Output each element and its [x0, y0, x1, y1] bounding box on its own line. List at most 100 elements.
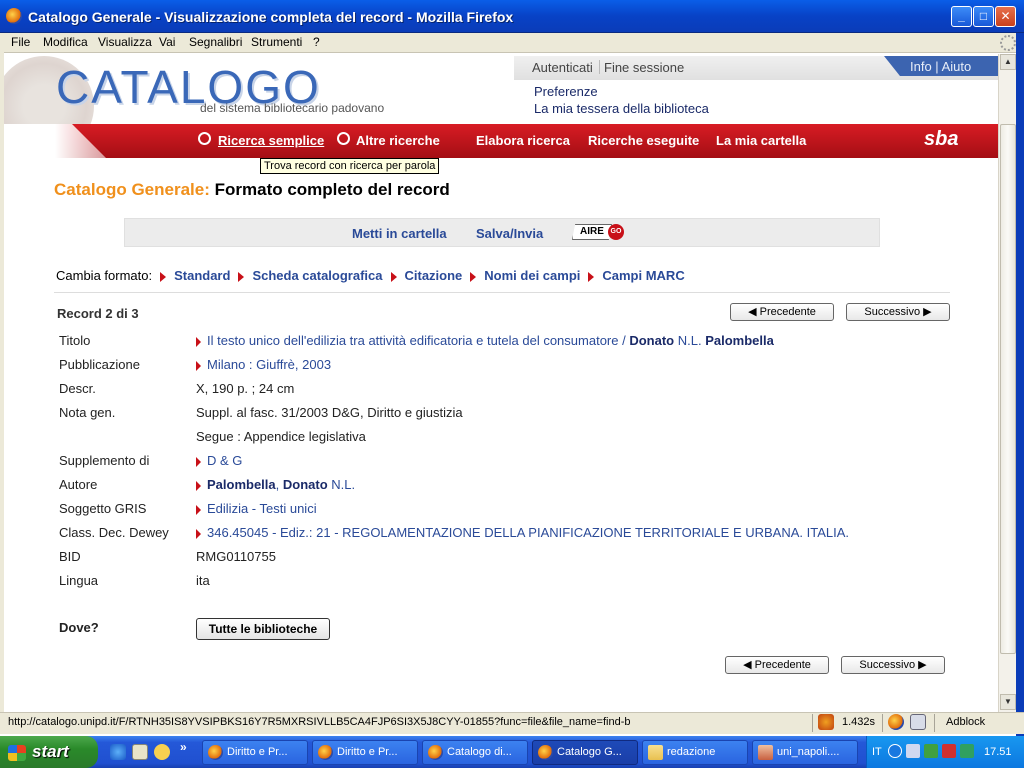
author-value[interactable]: Palombella, Donato N.L.	[196, 477, 355, 492]
page-content: CATALOGO del sistema bibliotecario padov…	[4, 54, 998, 712]
publication-value[interactable]: Milano : Giuffrè, 2003	[196, 357, 331, 372]
close-button[interactable]: ✕	[995, 6, 1016, 27]
menu-bar: File Modifica Visualizza Vai Segnalibri …	[0, 33, 1024, 53]
bid-value: RMG0110755	[196, 549, 276, 564]
speed-icon	[818, 714, 834, 730]
prev-button[interactable]: ◀ Precedente	[730, 303, 834, 321]
nav-my-folder[interactable]: La mia cartella	[716, 133, 806, 148]
field-label: Pubblicazione	[59, 357, 140, 372]
search-icon	[337, 132, 350, 145]
taskbar-item[interactable]: redazione	[642, 740, 748, 765]
menu-visualizza[interactable]: Visualizza	[98, 35, 152, 49]
next-button[interactable]: Successivo ▶	[841, 656, 945, 674]
format-citation[interactable]: Citazione	[405, 268, 463, 283]
taskbar-item[interactable]: uni_napoli....	[752, 740, 858, 765]
preferences-link[interactable]: Preferenze	[534, 84, 598, 99]
nav-other-searches[interactable]: Altre ricerche	[356, 133, 440, 148]
subject-value[interactable]: Edilizia - Testi unici	[196, 501, 317, 516]
taskbar-item[interactable]: Diritto e Pr...	[312, 740, 418, 765]
menu-file[interactable]: File	[11, 35, 30, 49]
ie-icon[interactable]	[110, 744, 126, 760]
taskbar-item-active[interactable]: Catalogo G...	[532, 740, 638, 765]
format-marc[interactable]: Campi MARC	[602, 268, 684, 283]
menu-help[interactable]: ?	[313, 35, 320, 49]
scroll-up-icon[interactable]: ▲	[1000, 54, 1016, 70]
security-icon[interactable]	[942, 744, 956, 758]
divider	[812, 714, 813, 732]
divider	[882, 714, 883, 732]
nav-search-history[interactable]: Ricerche eseguite	[588, 133, 699, 148]
tray-app-icon[interactable]	[960, 744, 974, 758]
record-count: Record 2 di 3	[57, 306, 139, 321]
format-standard[interactable]: Standard	[174, 268, 230, 283]
language-indicator[interactable]: IT	[872, 746, 882, 758]
page-info-icon[interactable]	[910, 714, 926, 730]
go-button[interactable]: GO	[608, 224, 624, 240]
add-to-folder-link[interactable]: Metti in cartella	[352, 226, 447, 241]
page-title: Catalogo Generale: Formato completo del …	[54, 180, 450, 200]
menu-segnalibri[interactable]: Segnalibri	[189, 35, 242, 49]
field-label: Nota gen.	[59, 405, 116, 420]
minimize-button[interactable]: _	[951, 6, 972, 27]
window-title: Catalogo Generale - Visualizzazione comp…	[28, 9, 514, 25]
next-button[interactable]: Successivo ▶	[846, 303, 950, 321]
format-field-names[interactable]: Nomi dei campi	[484, 268, 580, 283]
scroll-thumb[interactable]	[1000, 124, 1016, 654]
network-icon[interactable]	[906, 744, 920, 758]
field-label: Soggetto GRIS	[59, 501, 147, 516]
field-label: Lingua	[59, 573, 99, 588]
maximize-button[interactable]: □	[973, 6, 994, 27]
login-link[interactable]: Autenticati	[532, 60, 593, 75]
menu-vai[interactable]: Vai	[159, 35, 175, 49]
taskbar-item[interactable]: Diritto e Pr...	[202, 740, 308, 765]
format-catalog-card[interactable]: Scheda catalografica	[252, 268, 382, 283]
info-help-tab[interactable]: Info | Aiuto	[884, 56, 998, 76]
nav-refine-search[interactable]: Elabora ricerca	[476, 133, 570, 148]
logout-link[interactable]: Fine sessione	[604, 60, 684, 75]
page-title-text: Formato completo del record	[214, 180, 450, 199]
desktop-icon[interactable]	[132, 744, 148, 760]
firefox-icon	[6, 8, 22, 24]
note-value: Suppl. al fasc. 31/2003 D&G, Diritto e g…	[196, 405, 463, 420]
prev-button[interactable]: ◀ Precedente	[725, 656, 829, 674]
menu-strumenti[interactable]: Strumenti	[251, 35, 302, 49]
chevron-right-icon[interactable]: »	[180, 740, 187, 754]
app-tray-icon[interactable]	[924, 744, 938, 758]
save-send-link[interactable]: Salva/Invia	[476, 226, 543, 241]
throbber-icon	[1000, 35, 1016, 51]
info-help-label[interactable]: Info | Aiuto	[910, 59, 971, 74]
tooltip: Trova record con ricerca per parola	[260, 158, 440, 174]
media-icon[interactable]	[154, 744, 170, 760]
aire-icon[interactable]: AIRE	[572, 224, 612, 240]
format-label: Cambia formato:	[56, 268, 153, 283]
field-label: Titolo	[59, 333, 91, 348]
window-titlebar: Catalogo Generale - Visualizzazione comp…	[0, 0, 1024, 33]
dewey-value[interactable]: 346.45045 - Ediz.: 21 - REGOLAMENTAZIONE…	[196, 525, 849, 540]
field-label: Autore	[59, 477, 98, 492]
firefox-icon[interactable]	[888, 714, 904, 730]
vertical-scrollbar[interactable]: ▲ ▼	[998, 54, 1016, 712]
window-border-right	[1016, 33, 1024, 768]
load-time: 1.432s	[842, 716, 876, 728]
taskbar-item[interactable]: Catalogo di...	[422, 740, 528, 765]
nav-simple-search[interactable]: Ricerca semplice	[218, 133, 324, 148]
adblock-label[interactable]: Adblock	[946, 716, 985, 728]
where-label: Dove?	[59, 620, 99, 635]
format-selector: Cambia formato: Standard Scheda catalograf…	[56, 268, 685, 283]
language-value: ita	[196, 573, 210, 588]
scroll-down-icon[interactable]: ▼	[1000, 694, 1016, 710]
title-value[interactable]: Il testo unico dell'edilizia tra attivit…	[196, 333, 774, 348]
divider	[599, 60, 600, 74]
chevron-left-icon[interactable]	[888, 744, 902, 758]
site-subtitle: del sistema bibliotecario padovano	[200, 101, 385, 115]
status-url: http://catalogo.unipd.it/F/RTNH35IS8YVSI…	[8, 716, 631, 728]
clock: 17.51	[984, 746, 1012, 758]
library-card-link[interactable]: La mia tessera della biblioteca	[534, 101, 709, 116]
all-libraries-button[interactable]: Tutte le biblioteche	[196, 618, 330, 640]
windows-logo-icon	[8, 745, 26, 761]
note-value: Segue : Appendice legislativa	[196, 429, 366, 444]
supplement-value[interactable]: D & G	[196, 453, 242, 468]
field-label: BID	[59, 549, 81, 564]
field-label: Class. Dec. Dewey	[59, 525, 169, 540]
menu-modifica[interactable]: Modifica	[43, 35, 88, 49]
